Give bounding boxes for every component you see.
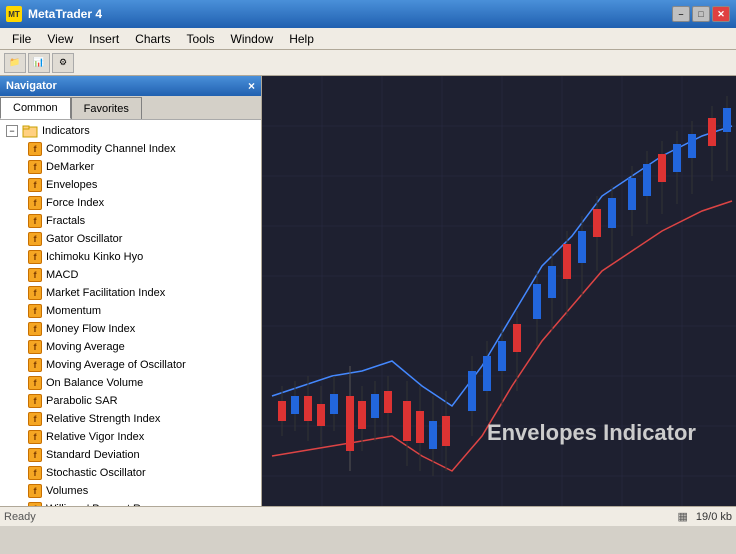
nav-indicators-section[interactable]: − Indicators	[0, 122, 261, 140]
list-item[interactable]: f Money Flow Index	[0, 320, 261, 338]
indicator-icon: f	[28, 142, 42, 156]
main-content: Navigator × Common Favorites −	[0, 76, 736, 506]
indicator-icon: f	[28, 502, 42, 506]
indicator-icon: f	[28, 448, 42, 462]
indicators-label: Indicators	[42, 125, 90, 137]
tab-common[interactable]: Common	[0, 97, 71, 119]
indicator-icon: f	[28, 340, 42, 354]
menu-file[interactable]: File	[4, 30, 39, 48]
indicator-icon: f	[28, 286, 42, 300]
toolbar-btn-1[interactable]: 📁	[4, 53, 26, 73]
indicator-icon: f	[28, 304, 42, 318]
navigator-panel: Navigator × Common Favorites −	[0, 76, 262, 506]
list-item[interactable]: f Market Facilitation Index	[0, 284, 261, 302]
nav-tree: − Indicators f Commodity Channel Index f…	[0, 120, 261, 506]
menu-help[interactable]: Help	[281, 30, 322, 48]
title-bar-text: MetaTrader 4	[28, 7, 672, 21]
indicator-icon: f	[28, 160, 42, 174]
expand-indicators-icon: −	[6, 125, 18, 137]
nav-scroll-area[interactable]: − Indicators f Commodity Channel Index f…	[0, 120, 261, 506]
toolbar: 📁 📊 ⚙	[0, 50, 736, 76]
list-item[interactable]: f Relative Vigor Index	[0, 428, 261, 446]
list-item[interactable]: f Fractals	[0, 212, 261, 230]
navigator-close[interactable]: ×	[248, 79, 255, 93]
list-item[interactable]: f On Balance Volume	[0, 374, 261, 392]
indicator-icon: f	[28, 484, 42, 498]
list-item[interactable]: f Gator Oscillator	[0, 230, 261, 248]
status-chart-icon: ▦	[678, 510, 688, 523]
list-item[interactable]: f Standard Deviation	[0, 446, 261, 464]
indicator-icon: f	[28, 466, 42, 480]
tab-favorites[interactable]: Favorites	[71, 97, 142, 119]
menu-charts[interactable]: Charts	[127, 30, 178, 48]
menu-bar: File View Insert Charts Tools Window Hel…	[0, 28, 736, 50]
maximize-button[interactable]: □	[692, 6, 710, 22]
indicator-icon: f	[28, 412, 42, 426]
price-chart	[262, 76, 736, 506]
indicator-icon: f	[28, 268, 42, 282]
list-item[interactable]: f Ichimoku Kinko Hyo	[0, 248, 261, 266]
indicator-icon: f	[28, 322, 42, 336]
app-icon: MT	[6, 6, 22, 22]
list-item[interactable]: f Momentum	[0, 302, 261, 320]
list-item[interactable]: f Stochastic Oscillator	[0, 464, 261, 482]
list-item[interactable]: f Parabolic SAR	[0, 392, 261, 410]
chart-area: Envelopes Indicator	[262, 76, 736, 506]
toolbar-btn-3[interactable]: ⚙	[52, 53, 74, 73]
menu-tools[interactable]: Tools	[179, 30, 223, 48]
nav-tab-bar: Common Favorites	[0, 96, 261, 120]
indicator-icon: f	[28, 430, 42, 444]
indicators-folder-icon	[22, 123, 38, 139]
indicator-icon: f	[28, 250, 42, 264]
navigator-header: Navigator ×	[0, 76, 261, 96]
toolbar-btn-2[interactable]: 📊	[28, 53, 50, 73]
minimize-button[interactable]: –	[672, 6, 690, 22]
indicator-icon: f	[28, 196, 42, 210]
list-item[interactable]: f Force Index	[0, 194, 261, 212]
menu-window[interactable]: Window	[223, 30, 282, 48]
status-text: Ready	[4, 511, 36, 523]
indicator-icon: f	[28, 232, 42, 246]
indicator-icon: f	[28, 214, 42, 228]
list-item[interactable]: f Moving Average of Oscillator	[0, 356, 261, 374]
title-bar: MT MetaTrader 4 – □ ✕	[0, 0, 736, 28]
indicator-icon: f	[28, 394, 42, 408]
menu-view[interactable]: View	[39, 30, 81, 48]
title-bar-buttons: – □ ✕	[672, 6, 730, 22]
navigator-title: Navigator	[6, 80, 57, 92]
list-item[interactable]: f MACD	[0, 266, 261, 284]
list-item[interactable]: f Envelopes	[0, 176, 261, 194]
close-button[interactable]: ✕	[712, 6, 730, 22]
indicator-icon: f	[28, 178, 42, 192]
indicator-icon: f	[28, 358, 42, 372]
menu-insert[interactable]: Insert	[81, 30, 127, 48]
list-item[interactable]: f Relative Strength Index	[0, 410, 261, 428]
indicator-icon: f	[28, 376, 42, 390]
list-item[interactable]: f Commodity Channel Index	[0, 140, 261, 158]
list-item[interactable]: f Volumes	[0, 482, 261, 500]
status-bar: Ready ▦ 19/0 kb	[0, 506, 736, 526]
list-item[interactable]: f DeMarker	[0, 158, 261, 176]
status-size: 19/0 kb	[696, 511, 732, 523]
list-item[interactable]: f Williams' Percent Range	[0, 500, 261, 506]
list-item[interactable]: f Moving Average	[0, 338, 261, 356]
